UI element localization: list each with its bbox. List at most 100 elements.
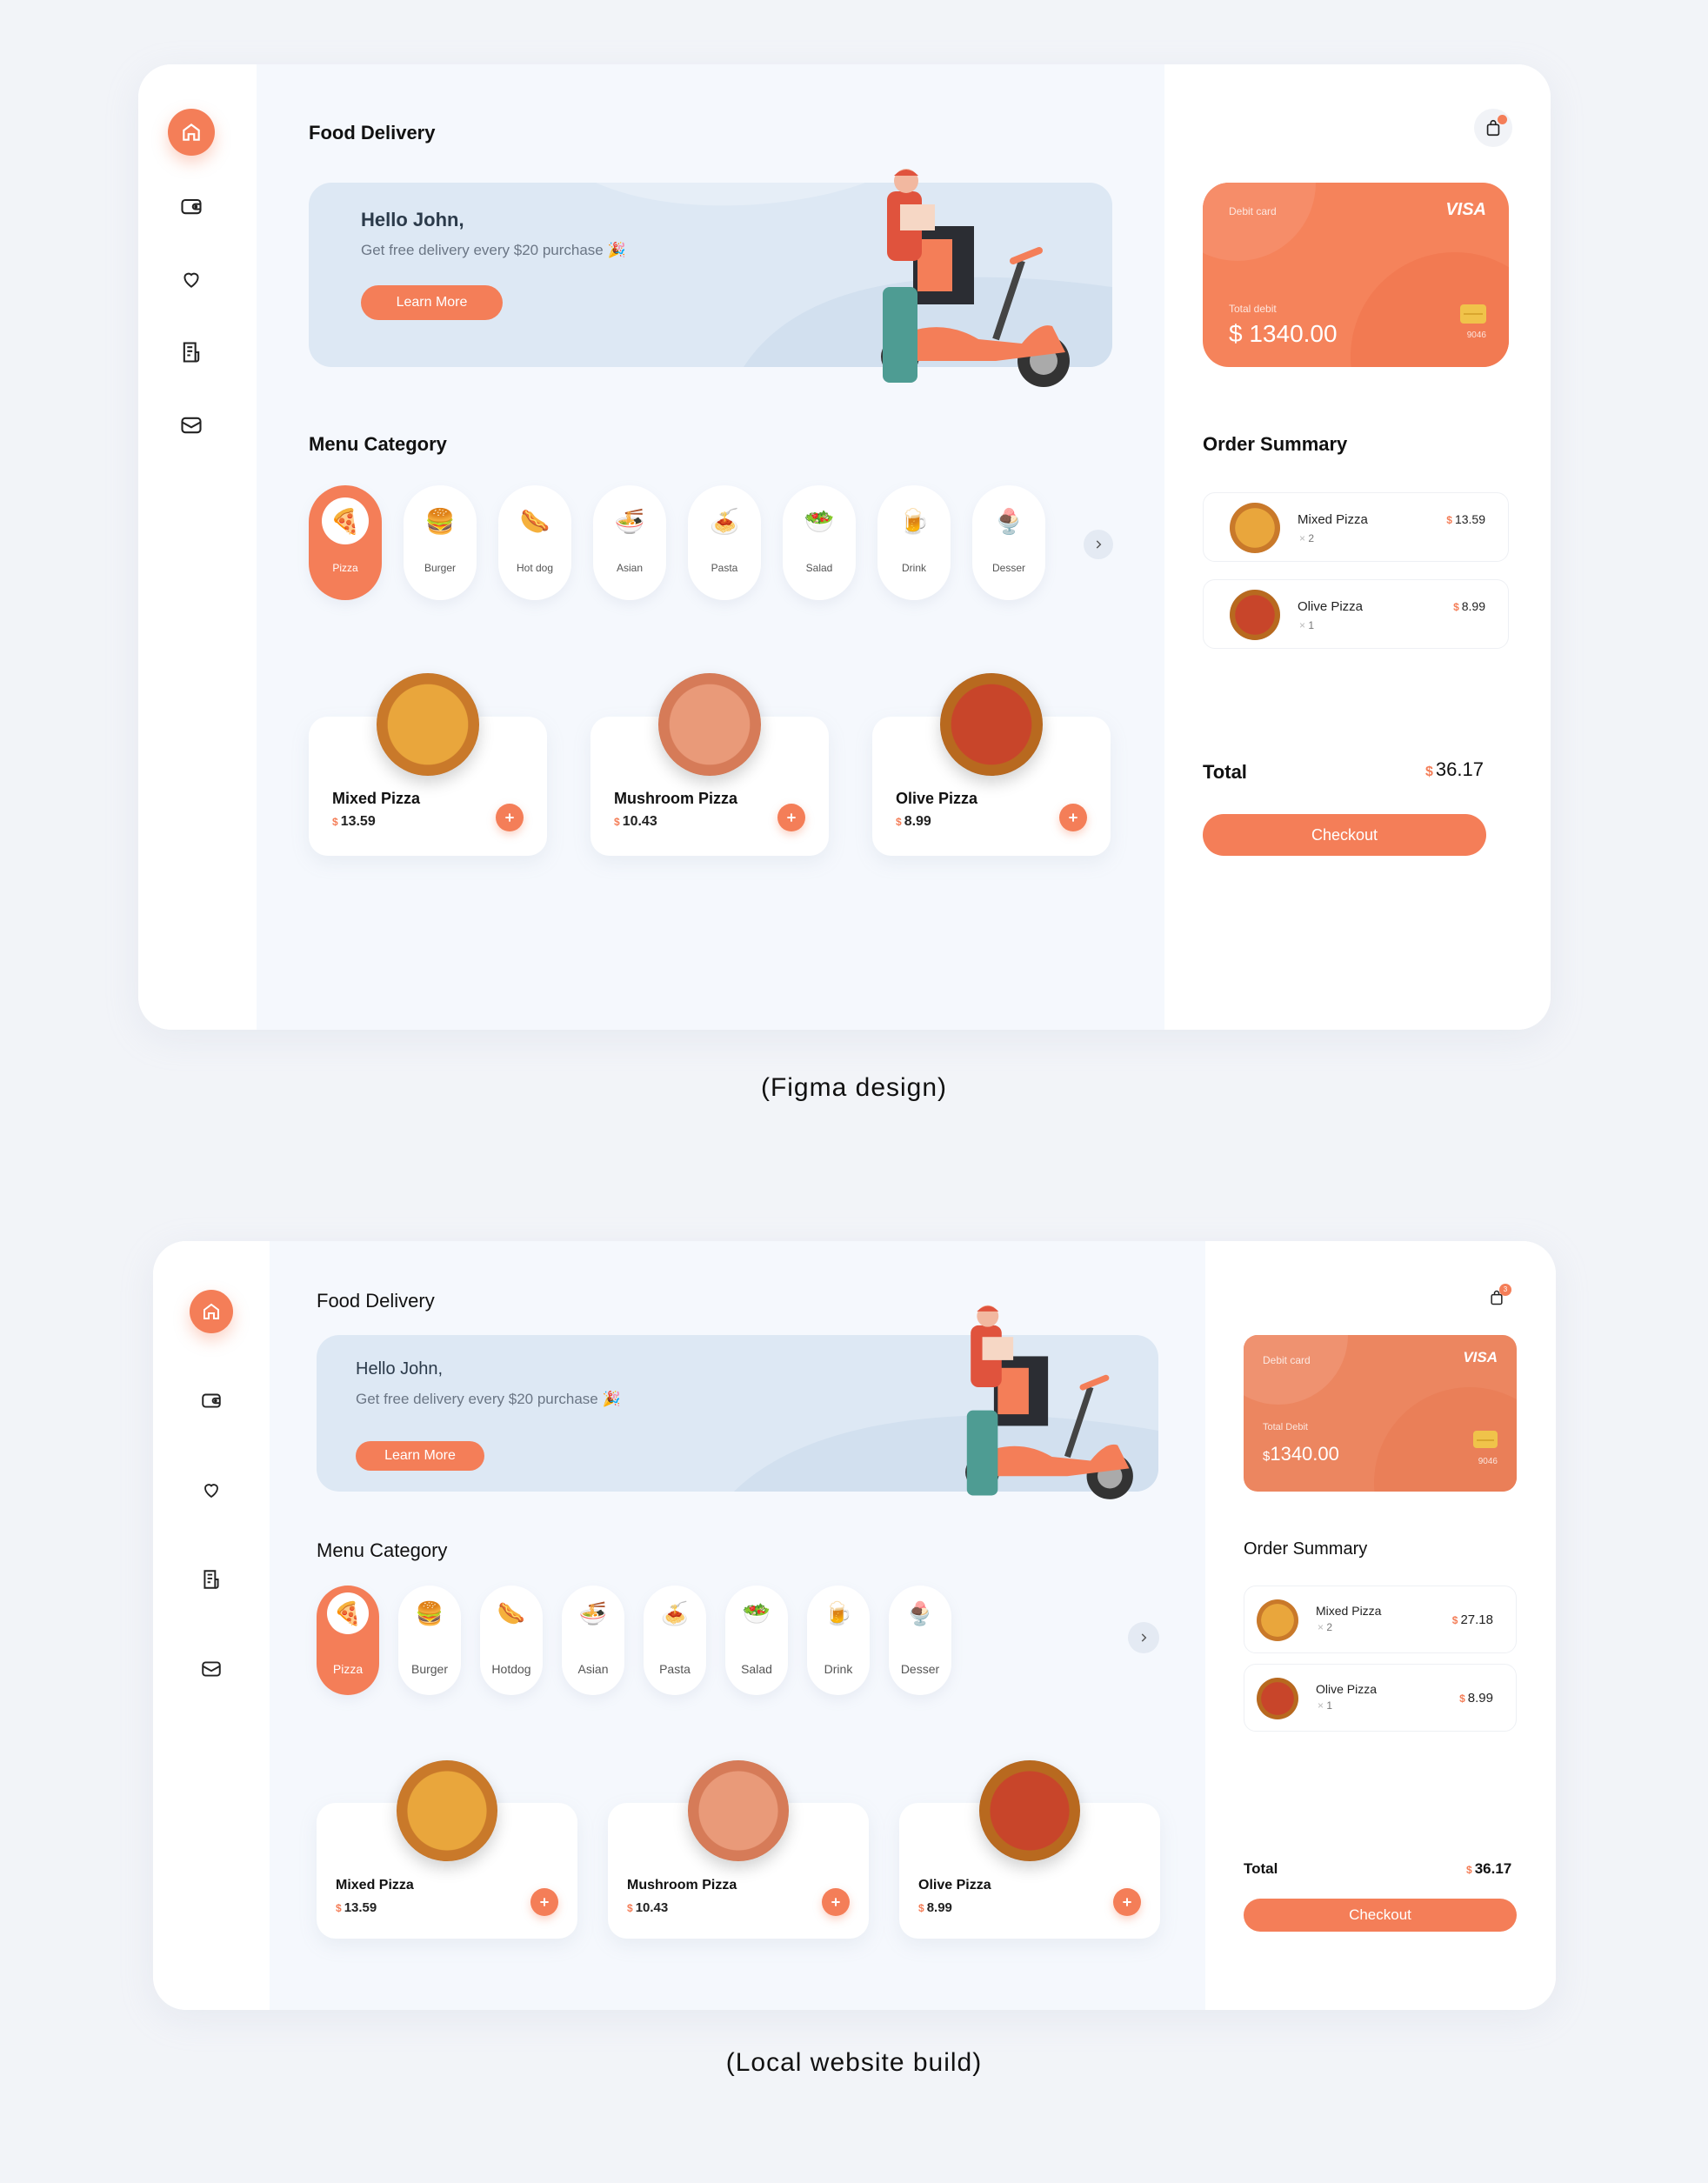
- debit-card: Debit card VISA Total Debit $1340.00 904…: [1244, 1335, 1517, 1492]
- category-next-button[interactable]: [1128, 1622, 1159, 1653]
- order-item-price: $8.99: [1453, 599, 1485, 613]
- product-card[interactable]: Mushroom Pizza $10.43: [590, 673, 829, 856]
- product-price-currency: $: [896, 816, 902, 828]
- category-emoji-icon: 🍨: [899, 1592, 941, 1634]
- category-pasta[interactable]: 🍝 Pasta: [644, 1586, 706, 1695]
- add-to-cart-button[interactable]: [777, 804, 805, 831]
- category-drink[interactable]: 🍺 Drink: [877, 485, 951, 600]
- cart-button[interactable]: 3: [1482, 1283, 1511, 1312]
- category-burger[interactable]: 🍔 Burger: [398, 1586, 461, 1695]
- product-price: $10.43: [627, 1900, 668, 1915]
- nav-messages-button[interactable]: [168, 402, 215, 449]
- product-price: $10.43: [614, 814, 657, 830]
- product-price-value: 10.43: [635, 1900, 669, 1915]
- receipt-icon: [183, 342, 200, 363]
- category-next-button[interactable]: [1084, 530, 1113, 559]
- nav-favorites-button[interactable]: [190, 1468, 233, 1512]
- total-label: Total: [1244, 1860, 1278, 1877]
- product-card[interactable]: Mushroom Pizza $10.43: [608, 1760, 869, 1939]
- category-hot-dog[interactable]: 🌭 Hot dog: [498, 485, 571, 600]
- sidebar: [138, 64, 257, 1030]
- category-salad[interactable]: 🥗 Salad: [783, 485, 856, 600]
- card-total-label: Total Debit: [1263, 1422, 1308, 1432]
- category-desser[interactable]: 🍨 Desser: [889, 1586, 951, 1695]
- category-label: Burger: [424, 562, 457, 574]
- add-to-cart-button[interactable]: [496, 804, 524, 831]
- nav-wallet-button[interactable]: [190, 1379, 233, 1422]
- card-chip-icon: [1473, 1431, 1498, 1448]
- visa-logo: VISA: [1445, 200, 1486, 219]
- category-label: Asian: [616, 562, 644, 574]
- nav-home-button[interactable]: [190, 1290, 233, 1333]
- category-label: Pizza: [332, 562, 358, 574]
- nav-messages-button[interactable]: [190, 1647, 233, 1691]
- quantity-times-icon: ×: [1299, 532, 1309, 544]
- menu-category-title: Menu Category: [309, 433, 447, 455]
- cart-button[interactable]: [1474, 109, 1512, 147]
- checkout-button[interactable]: Checkout: [1203, 814, 1486, 856]
- mail-icon: [181, 417, 202, 434]
- plus-icon: [505, 813, 514, 822]
- category-asian[interactable]: 🍜 Asian: [593, 485, 666, 600]
- category-pizza[interactable]: 🍕 Pizza: [317, 1586, 379, 1695]
- learn-more-button[interactable]: Learn More: [361, 285, 503, 320]
- order-item-name: Olive Pizza: [1316, 1682, 1378, 1696]
- category-asian[interactable]: 🍜 Asian: [562, 1586, 624, 1695]
- product-card[interactable]: Olive Pizza $8.99: [899, 1760, 1160, 1939]
- product-name: Mixed Pizza: [332, 790, 421, 807]
- category-label: Pizza: [332, 1662, 364, 1676]
- nav-home-button[interactable]: [168, 109, 215, 156]
- add-to-cart-button[interactable]: [530, 1888, 558, 1916]
- local-build-frame: Food Delivery Hello John, Get free deliv…: [153, 1241, 1556, 2010]
- total-currency: $: [1466, 1864, 1472, 1876]
- category-emoji-icon: 🍜: [606, 497, 653, 544]
- heart-icon: [183, 272, 199, 288]
- plus-icon: [540, 1898, 549, 1906]
- order-pizza-image: [1257, 1678, 1298, 1719]
- sidebar: [153, 1241, 270, 2010]
- add-to-cart-button[interactable]: [1113, 1888, 1141, 1916]
- add-to-cart-button[interactable]: [1059, 804, 1087, 831]
- category-desser[interactable]: 🍨 Desser: [972, 485, 1045, 600]
- product-price-value: 13.59: [340, 814, 376, 829]
- order-item-price: $13.59: [1446, 512, 1485, 526]
- nav-wallet-button[interactable]: [168, 183, 215, 230]
- category-emoji-icon: 🍺: [817, 1592, 859, 1634]
- category-label: Pasta: [659, 1662, 691, 1676]
- product-card[interactable]: Mixed Pizza $13.59: [309, 673, 547, 856]
- order-item-price: $8.99: [1459, 1691, 1493, 1706]
- category-emoji-icon: 🍝: [654, 1592, 696, 1634]
- order-summary-title: Order Summary: [1244, 1539, 1368, 1559]
- cart-badge: 3: [1499, 1284, 1511, 1296]
- add-to-cart-button[interactable]: [822, 1888, 850, 1916]
- learn-more-button[interactable]: Learn More: [356, 1441, 484, 1471]
- order-pizza-image: [1230, 503, 1280, 553]
- pizza-image: [979, 1760, 1080, 1862]
- cart-badge: [1498, 115, 1507, 124]
- total-value: $36.17: [1466, 1860, 1511, 1878]
- total-amount: 36.17: [1435, 758, 1484, 780]
- order-pizza-image: [1257, 1599, 1298, 1641]
- category-emoji-icon: 🌭: [511, 497, 558, 544]
- product-card[interactable]: Mixed Pizza $13.59: [317, 1760, 577, 1939]
- wallet-icon: [202, 1393, 221, 1408]
- category-salad[interactable]: 🥗 Salad: [725, 1586, 788, 1695]
- product-price: $8.99: [918, 1900, 952, 1915]
- category-pizza[interactable]: 🍕 Pizza: [309, 485, 382, 600]
- category-pasta[interactable]: 🍝 Pasta: [688, 485, 761, 600]
- order-item-currency: $: [1459, 1692, 1465, 1705]
- category-burger[interactable]: 🍔 Burger: [404, 485, 477, 600]
- category-hotdog[interactable]: 🌭 Hotdog: [480, 1586, 543, 1695]
- product-price-currency: $: [918, 1902, 924, 1914]
- product-price-value: 8.99: [904, 814, 931, 829]
- category-drink[interactable]: 🍺 Drink: [807, 1586, 870, 1695]
- nav-favorites-button[interactable]: [168, 256, 215, 303]
- card-total-label: Total debit: [1229, 303, 1277, 315]
- nav-orders-button[interactable]: [190, 1558, 233, 1601]
- checkout-button[interactable]: Checkout: [1244, 1899, 1517, 1932]
- product-card[interactable]: Olive Pizza $8.99: [872, 673, 1111, 856]
- product-name: Olive Pizza: [896, 790, 978, 807]
- product-price: $13.59: [336, 1900, 377, 1915]
- nav-orders-button[interactable]: [168, 329, 215, 376]
- product-price-currency: $: [627, 1902, 633, 1914]
